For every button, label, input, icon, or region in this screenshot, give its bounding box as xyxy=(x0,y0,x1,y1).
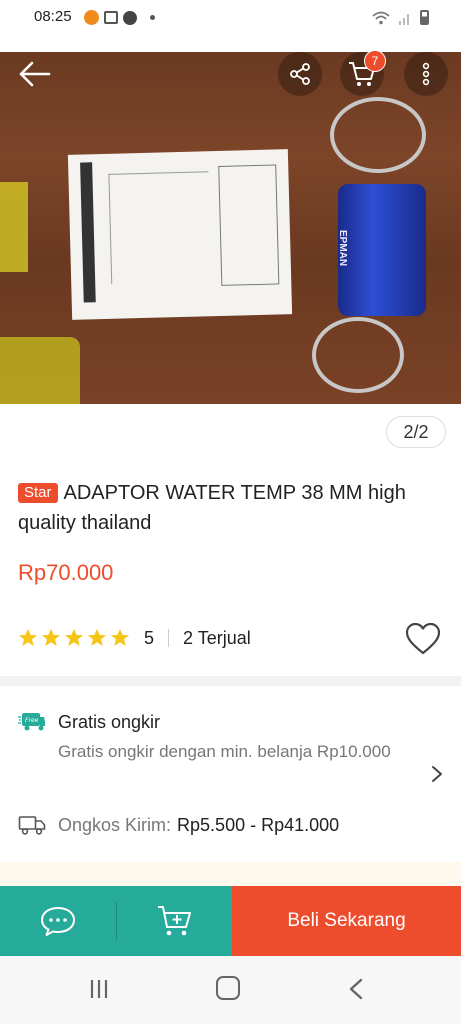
instruction-leaflet xyxy=(67,149,293,320)
heart-icon[interactable] xyxy=(405,622,441,656)
rating-value: 5 xyxy=(144,627,155,648)
sold-count: 2 Terjual xyxy=(183,627,251,648)
bottom-action-bar: Beli Sekarang xyxy=(0,886,461,956)
back-arrow-icon xyxy=(19,61,51,87)
free-shipping-icon: Free xyxy=(18,713,45,731)
star-icon xyxy=(65,629,83,646)
yellow-bag xyxy=(0,182,28,272)
share-button[interactable] xyxy=(278,52,322,96)
status-bar: 08:25 xyxy=(0,0,461,36)
add-to-cart-button[interactable] xyxy=(117,886,232,956)
share-icon xyxy=(290,63,310,85)
system-nav-bar xyxy=(0,956,461,1024)
hose-clamp xyxy=(330,97,426,173)
free-shipping-title: Gratis ongkir xyxy=(58,712,161,732)
shipping-cost-row[interactable]: Ongkos Kirim: Rp5.500 - Rp41.000 xyxy=(18,814,339,836)
nav-back-icon[interactable] xyxy=(348,978,364,1000)
cart-count-badge: 7 xyxy=(364,50,386,72)
star-icon xyxy=(19,629,37,646)
dot-icon xyxy=(150,15,155,20)
rating-row[interactable]: 5 2 Terjual xyxy=(18,624,251,652)
shipping-cost-label: Ongkos Kirim: xyxy=(58,814,172,835)
add-to-cart-icon xyxy=(157,906,191,936)
leaflet-text-box xyxy=(218,164,280,286)
whatsapp-icon xyxy=(84,10,99,25)
notification-icons xyxy=(84,10,155,25)
buy-now-button[interactable]: Beli Sekarang xyxy=(232,886,461,956)
divider xyxy=(116,886,117,956)
svg-text:Free: Free xyxy=(25,717,39,724)
status-time: 08:25 xyxy=(34,8,72,25)
hose-clamp xyxy=(312,317,404,393)
chat-button[interactable] xyxy=(0,886,116,956)
wifi-icon xyxy=(372,11,390,24)
water-temp-adapter xyxy=(338,184,426,316)
back-button[interactable] xyxy=(12,52,56,96)
facebook-icon xyxy=(123,10,137,25)
system-icons xyxy=(372,10,429,25)
yellow-bag xyxy=(0,337,80,404)
product-title-block: Star ADAPTOR WATER TEMP 38 MM high qualit… xyxy=(18,478,448,538)
more-button[interactable] xyxy=(404,52,448,96)
product-price: Rp70.000 xyxy=(18,560,114,585)
leaflet-title-strip xyxy=(80,162,96,303)
image-page-indicator: 2/2 xyxy=(386,416,446,448)
shipping-cost-value: Rp5.500 - Rp41.000 xyxy=(177,814,340,835)
section-divider xyxy=(0,676,461,686)
divider xyxy=(168,629,170,647)
adapter-label: EPMAN xyxy=(337,230,348,267)
star-seller-badge: Star xyxy=(18,483,58,503)
truck-icon xyxy=(18,816,46,835)
chevron-right-icon[interactable] xyxy=(430,764,444,784)
gallery-icon xyxy=(104,11,118,24)
leaflet-diagram xyxy=(108,171,212,284)
more-vertical-icon xyxy=(422,62,430,86)
star-icon xyxy=(42,629,60,646)
promo-strip xyxy=(0,862,461,886)
product-title: ADAPTOR WATER TEMP 38 MM high quality th… xyxy=(18,482,406,534)
star-icon xyxy=(111,629,129,646)
home-icon[interactable] xyxy=(216,976,240,1000)
rating-stars xyxy=(18,628,130,648)
free-shipping-description: Gratis ongkir dengan min. belanja Rp10.0… xyxy=(58,742,391,761)
battery-icon xyxy=(420,10,429,25)
product-image[interactable]: EPMAN xyxy=(0,52,461,404)
signal-icon xyxy=(399,13,409,25)
star-icon xyxy=(88,629,106,646)
recent-apps-icon[interactable] xyxy=(88,978,110,1000)
chat-icon xyxy=(41,907,75,936)
